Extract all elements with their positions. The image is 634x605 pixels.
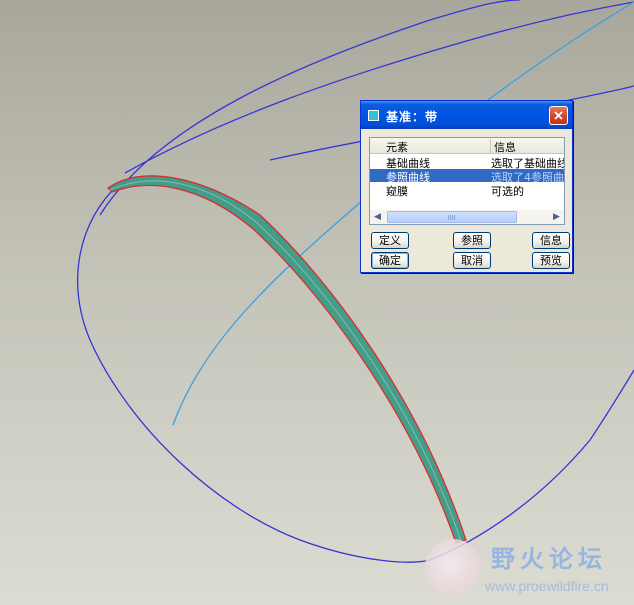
info-button[interactable]: 信息 (532, 232, 570, 249)
dialog-title: 基准：带 (386, 110, 439, 124)
datum-band-dialog: 基准：带 元素 信息 基础曲线 选取了基础曲线 参照曲线 选取了4参照曲线 窥膜… (360, 100, 573, 273)
row-element: 窥膜 (386, 185, 408, 198)
references-button[interactable]: 参照 (453, 232, 491, 249)
list-row-base-curve[interactable]: 基础曲线 选取了基础曲线 (370, 155, 564, 170)
forum-logo-icon (425, 539, 481, 595)
scroll-right-arrow-icon[interactable]: ▶ (549, 210, 564, 224)
column-header-element[interactable]: 元素 (386, 139, 408, 155)
row-info: 可选的 (491, 185, 524, 198)
dialog-titlebar[interactable]: 基准：带 (361, 101, 572, 129)
element-list[interactable]: 元素 信息 基础曲线 选取了基础曲线 参照曲线 选取了4参照曲线 窥膜 可选的 … (369, 137, 565, 225)
list-header: 元素 信息 (370, 138, 564, 155)
scrollbar-thumb[interactable] (387, 211, 517, 223)
horizontal-scrollbar[interactable]: ◀ ▶ (370, 210, 564, 224)
watermark-url: www.proewildfire.cn (485, 578, 609, 594)
close-icon (554, 111, 563, 120)
cancel-button[interactable]: 取消 (453, 252, 491, 269)
list-row-reference-curve[interactable]: 参照曲线 选取了4参照曲线 (370, 169, 564, 184)
ok-button[interactable]: 确定 (371, 252, 409, 269)
model-viewport[interactable] (0, 0, 634, 605)
scrollbar-grip-icon (448, 215, 456, 220)
scroll-left-arrow-icon[interactable]: ◀ (370, 210, 385, 224)
define-button[interactable]: 定义 (371, 232, 409, 249)
watermark-title: 野火论坛 (491, 544, 607, 573)
list-row-optional[interactable]: 窥膜 可选的 (370, 183, 564, 198)
preview-button[interactable]: 预览 (532, 252, 570, 269)
forum-watermark: 野火论坛 www.proewildfire.cn (423, 537, 628, 599)
dialog-window-icon (368, 110, 379, 121)
column-header-info[interactable]: 信息 (490, 139, 516, 154)
geometry-view (77, 0, 634, 563)
close-button[interactable] (549, 106, 568, 125)
